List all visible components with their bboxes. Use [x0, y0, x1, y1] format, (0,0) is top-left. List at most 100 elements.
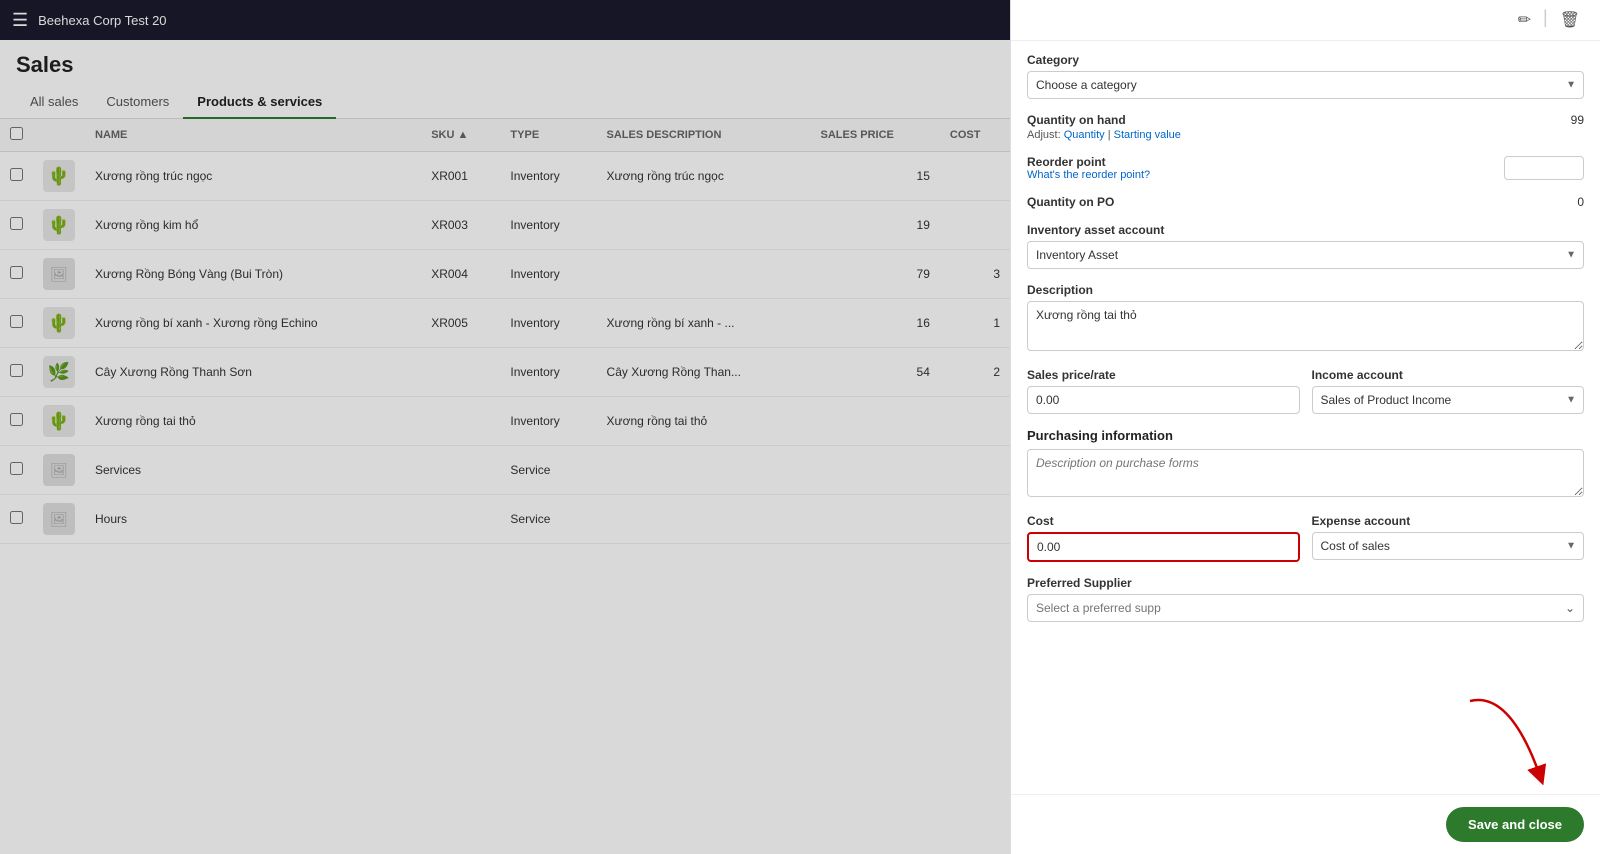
col-type: TYPE — [500, 119, 596, 152]
row-cost — [940, 201, 1010, 250]
col-name: NAME — [85, 119, 421, 152]
row-sku: XR001 — [421, 152, 500, 201]
row-type: Service — [500, 446, 596, 495]
col-sku: SKU ▲ — [421, 119, 500, 152]
row-name: Xương rồng kim hổ — [85, 201, 421, 250]
category-field: Category Choose a category ▼ — [1027, 53, 1584, 99]
row-cost — [940, 446, 1010, 495]
adjust-quantity-link[interactable]: Quantity — [1064, 129, 1105, 141]
toolbar-divider: | — [1543, 8, 1548, 32]
row-name: Cây Xương Rồng Thanh Sơn — [85, 348, 421, 397]
table-row[interactable]: 🌵 Xương rồng bí xanh - Xương rồng Echino… — [0, 299, 1010, 348]
row-price: 79 — [811, 250, 940, 299]
sales-price-label: Sales price/rate — [1027, 368, 1300, 382]
reorder-point-link[interactable]: What's the reorder point? — [1027, 169, 1150, 181]
row-checkbox[interactable] — [10, 462, 23, 475]
row-sales-desc — [597, 201, 811, 250]
adjust-label: Adjust: — [1027, 129, 1061, 141]
description-field: Description Xương rồng tai thỏ — [1027, 283, 1584, 354]
qty-on-hand-value: 99 — [1571, 113, 1584, 127]
row-type: Inventory — [500, 348, 596, 397]
table-row[interactable]: 🖼 Services Service — [0, 446, 1010, 495]
col-sales-desc: SALES DESCRIPTION — [597, 119, 811, 152]
row-sales-desc: Xương rồng tai thỏ — [597, 397, 811, 446]
row-checkbox[interactable] — [10, 511, 23, 524]
table-row[interactable]: 🖼 Hours Service — [0, 495, 1010, 544]
tab-bar: All sales Customers Products & services — [0, 86, 1010, 119]
row-sales-desc: Cây Xương Rồng Than... — [597, 348, 811, 397]
row-price: 15 — [811, 152, 940, 201]
income-account-label: Income account — [1312, 368, 1585, 382]
tab-customers[interactable]: Customers — [92, 86, 183, 119]
row-checkbox[interactable] — [10, 315, 23, 328]
edit-button[interactable]: ✏ — [1514, 8, 1535, 32]
row-name: Xương rồng trúc ngọc — [85, 152, 421, 201]
row-sku: XR003 — [421, 201, 500, 250]
cost-label: Cost — [1027, 514, 1300, 528]
row-cost: 3 — [940, 250, 1010, 299]
expense-account-select[interactable]: Cost of sales — [1312, 532, 1585, 560]
preferred-supplier-dropdown-btn[interactable]: ⌄ — [1557, 594, 1584, 622]
row-checkbox[interactable] — [10, 413, 23, 426]
income-account-field: Income account Sales of Product Income ▼ — [1312, 368, 1585, 414]
qty-on-po-value: 0 — [1577, 195, 1584, 209]
table-row[interactable]: 🖼 Xương Rồng Bóng Vàng (Bui Tròn) XR004 … — [0, 250, 1010, 299]
table-row[interactable]: 🌵 Xương rồng kim hổ XR003 Inventory 19 — [0, 201, 1010, 250]
row-checkbox[interactable] — [10, 217, 23, 230]
purchasing-info-section: Purchasing information — [1027, 428, 1584, 500]
row-type: Inventory — [500, 201, 596, 250]
delete-button[interactable]: 🗑 — [1556, 8, 1584, 32]
adjust-starting-link[interactable]: Starting value — [1114, 129, 1181, 141]
tab-products-services[interactable]: Products & services — [183, 86, 336, 119]
right-panel-toolbar: ✏ | 🗑 — [1011, 0, 1600, 41]
select-all-checkbox[interactable] — [10, 127, 23, 140]
qty-on-hand-row: Quantity on hand Adjust: Quantity | Star… — [1027, 113, 1584, 141]
category-select[interactable]: Choose a category — [1027, 71, 1584, 99]
row-price — [811, 446, 940, 495]
income-account-select[interactable]: Sales of Product Income — [1312, 386, 1585, 414]
tab-all-sales[interactable]: All sales — [16, 86, 92, 119]
table-row[interactable]: 🌵 Xương rồng tai thỏ Inventory Xương rồn… — [0, 397, 1010, 446]
row-checkbox[interactable] — [10, 266, 23, 279]
row-sales-desc — [597, 446, 811, 495]
row-checkbox[interactable] — [10, 168, 23, 181]
row-type: Inventory — [500, 397, 596, 446]
row-price: 16 — [811, 299, 940, 348]
preferred-supplier-input[interactable] — [1027, 594, 1557, 622]
inventory-asset-select[interactable]: Inventory Asset — [1027, 241, 1584, 269]
row-checkbox[interactable] — [10, 364, 23, 377]
col-sales-price: SALES PRICE — [811, 119, 940, 152]
sales-income-row: Sales price/rate Income account Sales of… — [1027, 368, 1584, 414]
row-sku — [421, 348, 500, 397]
sales-price-input[interactable] — [1027, 386, 1300, 414]
purchase-description-textarea[interactable] — [1027, 449, 1584, 497]
table-row[interactable]: 🌵 Xương rồng trúc ngọc XR001 Inventory X… — [0, 152, 1010, 201]
sales-price-field: Sales price/rate — [1027, 368, 1300, 414]
qty-on-hand-section: Quantity on hand Adjust: Quantity | Star… — [1027, 113, 1584, 141]
right-panel-content: Category Choose a category ▼ Quantity on… — [1011, 41, 1600, 794]
row-name: Xương rồng tai thỏ — [85, 397, 421, 446]
reorder-point-input[interactable] — [1504, 156, 1584, 180]
category-select-wrapper: Choose a category ▼ — [1027, 71, 1584, 99]
table-row[interactable]: 🌿 Cây Xương Rồng Thanh Sơn Inventory Cây… — [0, 348, 1010, 397]
income-account-select-wrapper: Sales of Product Income ▼ — [1312, 386, 1585, 414]
row-cost — [940, 397, 1010, 446]
preferred-supplier-row: ⌄ — [1027, 594, 1584, 622]
qty-on-po-row: Quantity on PO 0 — [1027, 195, 1584, 209]
save-close-button[interactable]: Save and close — [1446, 807, 1584, 842]
row-sales-desc — [597, 495, 811, 544]
row-type: Inventory — [500, 250, 596, 299]
row-cost: 2 — [940, 348, 1010, 397]
row-sku — [421, 446, 500, 495]
row-name: Hours — [85, 495, 421, 544]
row-sku: XR005 — [421, 299, 500, 348]
reorder-point-label: Reorder point — [1027, 155, 1150, 169]
cost-input[interactable] — [1027, 532, 1300, 562]
menu-icon[interactable]: ☰ — [12, 10, 28, 31]
cost-field: Cost — [1027, 514, 1300, 562]
expense-account-select-wrapper: Cost of sales ▼ — [1312, 532, 1585, 560]
row-sales-desc — [597, 250, 811, 299]
expense-account-field: Expense account Cost of sales ▼ — [1312, 514, 1585, 562]
description-textarea[interactable]: Xương rồng tai thỏ — [1027, 301, 1584, 351]
cost-expense-row: Cost Expense account Cost of sales ▼ — [1027, 514, 1584, 562]
